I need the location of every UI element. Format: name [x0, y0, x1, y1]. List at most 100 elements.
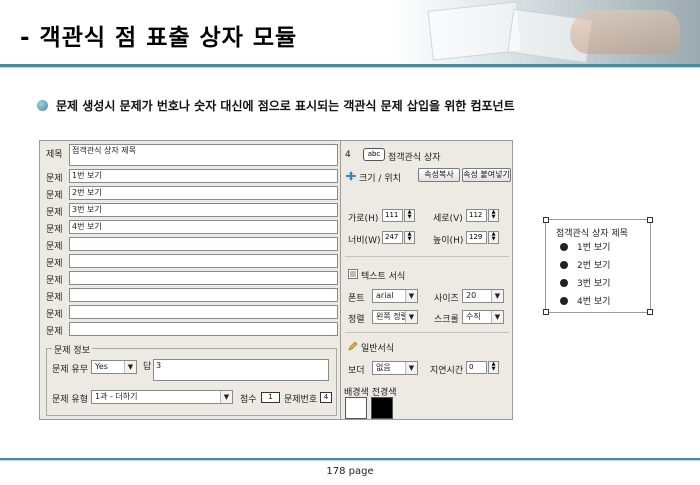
height-label: 높이(H)	[433, 236, 464, 246]
footer-divider-light	[0, 460, 700, 461]
preview-item[interactable]: 3번 보기	[560, 276, 610, 289]
preview-item[interactable]: 4번 보기	[560, 294, 610, 307]
scroll-select[interactable]: 수직 ▼	[462, 310, 504, 324]
dot-choice-box-preview[interactable]: 점객관식 상자 제목 1번 보기 2번 보기 3번 보기 4번 보기	[543, 217, 653, 315]
chevron-down-icon: ▼	[491, 290, 503, 302]
question-input-5[interactable]	[69, 237, 338, 251]
subtitle: 문제 생성시 문제가 번호나 숫자 대신에 점으로 표시되는 객관식 문제 삽입…	[56, 99, 515, 113]
presence-label: 문제 유무	[52, 365, 88, 375]
font-select[interactable]: arial ▼	[372, 289, 418, 303]
resize-handle[interactable]	[647, 309, 653, 315]
answer-input[interactable]: 3	[153, 359, 329, 381]
presence-value: Yes	[95, 362, 108, 371]
question-label-5: 문제	[46, 242, 63, 252]
dot-icon	[560, 243, 568, 251]
border-value: 없음	[376, 363, 391, 372]
spinner-arrows-icon[interactable]: ▲ ▼	[404, 231, 415, 244]
component-count: 4	[345, 150, 351, 160]
question-input-7[interactable]	[69, 271, 338, 285]
x-spinner[interactable]: 111 ▲ ▼	[382, 209, 415, 222]
question-label-10: 문제	[46, 327, 63, 337]
resize-handle[interactable]	[647, 217, 653, 223]
question-input-8[interactable]	[69, 288, 338, 302]
question-input-6[interactable]	[69, 254, 338, 268]
question-type-label: 문제 유형	[52, 395, 88, 405]
spinner-arrows-icon[interactable]: ▲ ▼	[404, 209, 415, 222]
presence-select[interactable]: Yes ▼	[91, 360, 137, 374]
text-format-icon	[348, 269, 358, 279]
border-label: 보더	[348, 366, 365, 376]
spinner-arrows-icon[interactable]: ▲ ▼	[488, 361, 499, 374]
title-label: 제목	[46, 150, 63, 160]
dot-icon	[560, 297, 568, 305]
question-label-9: 문제	[46, 310, 63, 320]
question-number-label: 문제번호	[284, 395, 318, 405]
width-value: 247	[385, 233, 399, 241]
question-label-6: 문제	[46, 259, 63, 269]
delay-label: 지연시간	[430, 366, 464, 376]
foreground-color-swatch[interactable]	[371, 397, 393, 419]
title-input[interactable]: 점객관식 상자 제목	[69, 144, 338, 166]
height-spinner[interactable]: 129 ▲ ▼	[466, 231, 499, 244]
question-label-4: 문제	[46, 225, 63, 235]
preview-item[interactable]: 1번 보기	[560, 240, 610, 253]
delay-value: 0	[469, 363, 474, 371]
preview-item[interactable]: 2번 보기	[560, 258, 610, 271]
question-number-input[interactable]: 4	[320, 392, 332, 403]
y-spinner[interactable]: 112 ▲ ▼	[466, 209, 499, 222]
spinner-arrows-icon[interactable]: ▲ ▼	[488, 231, 499, 244]
align-label: 정렬	[348, 315, 365, 325]
chevron-down-icon: ▼	[491, 311, 503, 323]
delay-spinner[interactable]: 0 ▲ ▼	[466, 361, 499, 374]
text-format-label: 텍스트 서식	[361, 272, 406, 282]
font-value: arial	[376, 291, 394, 300]
size-position-label: 크기 / 위치	[359, 174, 401, 184]
align-select[interactable]: 왼쪽 정렬 ▼	[372, 310, 418, 324]
question-input-2[interactable]: 2번 보기	[69, 186, 338, 200]
font-size-select[interactable]: 20 ▼	[462, 289, 504, 303]
section-divider	[345, 332, 509, 333]
question-input-1[interactable]: 1번 보기	[69, 169, 338, 183]
score-input[interactable]: 1	[261, 392, 280, 403]
question-info-title: 문제 정보	[52, 343, 92, 356]
pencil-icon	[348, 341, 358, 351]
header-banner: - 객관식 점 표출 상자 모듈	[0, 0, 700, 64]
x-label: 가로(H)	[348, 214, 379, 224]
paste-properties-button[interactable]: 속성 붙여넣기	[462, 168, 511, 182]
question-input-3[interactable]: 3번 보기	[69, 203, 338, 217]
width-spinner[interactable]: 247 ▲ ▼	[382, 231, 415, 244]
resize-handle[interactable]	[543, 309, 549, 315]
x-value: 111	[385, 211, 399, 219]
question-input-10[interactable]	[69, 322, 338, 336]
bullet-icon	[37, 100, 48, 111]
preview-title: 점객관식 상자 제목	[556, 229, 628, 239]
border-select[interactable]: 없음 ▼	[372, 361, 418, 375]
copy-properties-button[interactable]: 속성복사	[418, 168, 460, 182]
question-input-9[interactable]	[69, 305, 338, 319]
move-arrows-icon	[346, 171, 356, 181]
spinner-arrows-icon[interactable]: ▲ ▼	[488, 209, 499, 222]
chevron-down-icon: ▼	[405, 362, 417, 374]
page-number: 178 page	[326, 466, 374, 477]
scroll-label: 스크롤	[434, 315, 459, 325]
question-type-select[interactable]: 1과 - 더하기 ▼	[91, 390, 233, 404]
question-label-3: 문제	[46, 208, 63, 218]
preview-item-label: 3번 보기	[577, 279, 611, 289]
y-value: 112	[469, 211, 483, 219]
question-label-8: 문제	[46, 293, 63, 303]
section-divider	[345, 256, 509, 257]
page-title: - 객관식 점 표출 상자 모듈	[20, 25, 298, 51]
question-label-7: 문제	[46, 276, 63, 286]
background-color-swatch[interactable]	[345, 397, 367, 419]
dot-icon	[560, 261, 568, 269]
question-input-4[interactable]: 4번 보기	[69, 220, 338, 234]
question-label-2: 문제	[46, 191, 63, 201]
align-value: 왼쪽 정렬	[376, 312, 408, 321]
width-label: 너비(W)	[348, 236, 381, 246]
component-name: 점객관식 상자	[388, 153, 441, 163]
chevron-down-icon: ▼	[405, 311, 417, 323]
scroll-value: 수직	[466, 312, 481, 321]
resize-handle[interactable]	[543, 217, 549, 223]
preview-item-label: 4번 보기	[577, 297, 611, 307]
font-size-label: 사이즈	[434, 294, 459, 304]
